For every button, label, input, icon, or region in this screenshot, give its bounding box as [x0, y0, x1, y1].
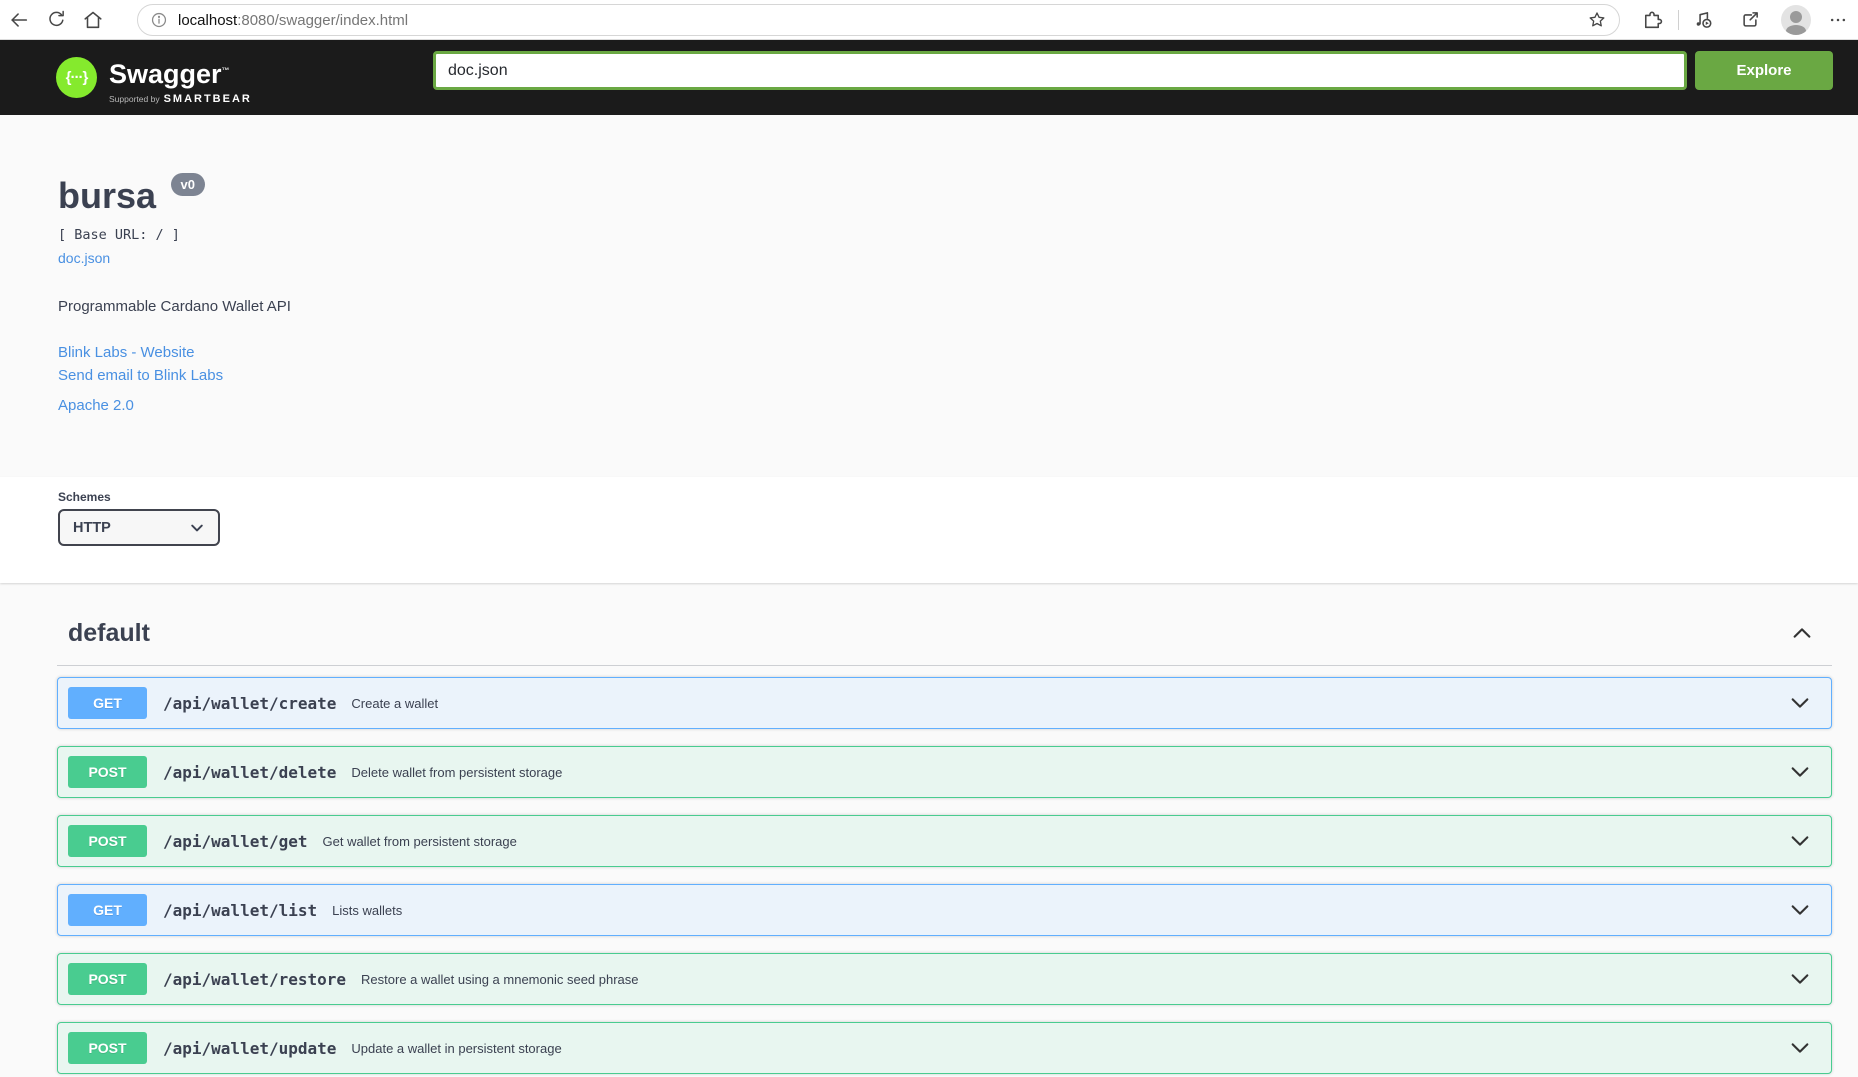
op-summary: Create a wallet: [351, 696, 438, 711]
schemes-select[interactable]: HTTP: [58, 509, 220, 546]
url-path: :8080/swagger/index.html: [237, 12, 408, 29]
op-summary: Lists wallets: [332, 903, 402, 918]
op-path: /api/wallet/create: [163, 694, 336, 713]
url-host: localhost: [178, 12, 237, 29]
method-badge: POST: [68, 963, 147, 995]
section-header-default[interactable]: default: [57, 613, 1832, 653]
spec-url-input[interactable]: [433, 51, 1687, 90]
op-summary: Restore a wallet using a mnemonic seed p…: [361, 972, 638, 987]
section-title: default: [68, 619, 150, 648]
op-summary: Get wallet from persistent storage: [323, 834, 517, 849]
address-bar[interactable]: localhost:8080/swagger/index.html: [137, 4, 1620, 36]
api-description: Programmable Cardano Wallet API: [58, 298, 1858, 315]
op-path: /api/wallet/list: [163, 901, 317, 920]
chevron-down-icon[interactable]: [1789, 1040, 1811, 1056]
swagger-logo-text: Swagger™: [109, 59, 230, 89]
section-divider: [57, 665, 1832, 666]
swagger-topbar: {···} Swagger™ Supported bySMARTBEAR Exp…: [0, 40, 1858, 115]
op-wallet-create-row[interactable]: GET /api/wallet/create Create a wallet: [57, 677, 1832, 729]
chevron-down-icon[interactable]: [1789, 833, 1811, 849]
toolbar-divider: [1678, 10, 1679, 30]
explore-button[interactable]: Explore: [1695, 51, 1833, 90]
swagger-logo-subtitle: Supported bySMARTBEAR: [109, 89, 252, 107]
license-link[interactable]: Apache 2.0: [58, 394, 134, 417]
method-badge: GET: [68, 687, 147, 719]
schemes-selected-value: HTTP: [73, 520, 111, 536]
home-icon[interactable]: [81, 8, 105, 32]
spec-link[interactable]: doc.json: [58, 250, 110, 266]
chevron-down-icon[interactable]: [1789, 695, 1811, 711]
op-wallet-update-row[interactable]: POST /api/wallet/update Update a wallet …: [57, 1022, 1832, 1074]
base-url: [ Base URL: / ]: [58, 227, 1858, 243]
op-wallet-get-row[interactable]: POST /api/wallet/get Get wallet from per…: [57, 815, 1832, 867]
schemes-label: Schemes: [58, 490, 1858, 504]
op-path: /api/wallet/update: [163, 1039, 336, 1058]
chevron-up-icon: [1791, 625, 1813, 641]
chevron-down-icon[interactable]: [1789, 764, 1811, 780]
op-path: /api/wallet/restore: [163, 970, 346, 989]
op-wallet-delete-row[interactable]: POST /api/wallet/delete Delete wallet fr…: [57, 746, 1832, 798]
url-text: localhost:8080/swagger/index.html: [178, 12, 1587, 29]
swagger-logo-icon: {···}: [56, 57, 97, 98]
op-wallet-list-row[interactable]: GET /api/wallet/list Lists wallets: [57, 884, 1832, 936]
browser-toolbar: localhost:8080/swagger/index.html: [0, 0, 1858, 40]
chevron-down-icon[interactable]: [1789, 971, 1811, 987]
media-controls-icon[interactable]: [1691, 8, 1715, 32]
method-badge: POST: [68, 1032, 147, 1064]
refresh-icon[interactable]: [44, 8, 68, 32]
chevron-down-icon[interactable]: [1789, 902, 1811, 918]
version-badge: v0: [171, 173, 205, 196]
extensions-icon[interactable]: [1640, 8, 1664, 32]
schemes-section: Schemes HTTP: [0, 477, 1858, 583]
op-path: /api/wallet/get: [163, 832, 308, 851]
api-info-section: bursa v0 [ Base URL: / ] doc.json Progra…: [0, 115, 1858, 477]
operations-section: default GET /api/wallet/create Create a …: [0, 583, 1858, 1074]
api-title: bursa: [58, 175, 156, 217]
chevron-down-icon: [189, 520, 205, 536]
website-link[interactable]: Blink Labs - Website: [58, 344, 194, 361]
collapse-section-button[interactable]: [1791, 625, 1813, 641]
op-path: /api/wallet/delete: [163, 763, 336, 782]
back-icon[interactable]: [7, 8, 31, 32]
share-icon[interactable]: [1738, 8, 1762, 32]
method-badge: GET: [68, 894, 147, 926]
method-badge: POST: [68, 756, 147, 788]
browser-menu-icon[interactable]: [1826, 8, 1850, 32]
method-badge: POST: [68, 825, 147, 857]
swagger-logo[interactable]: {···} Swagger™ Supported bySMARTBEAR: [56, 57, 252, 107]
op-summary: Delete wallet from persistent storage: [351, 765, 562, 780]
op-wallet-restore-row[interactable]: POST /api/wallet/restore Restore a walle…: [57, 953, 1832, 1005]
site-info-icon[interactable]: [150, 11, 168, 29]
email-link[interactable]: Send email to Blink Labs: [58, 367, 223, 384]
op-summary: Update a wallet in persistent storage: [351, 1041, 561, 1056]
favorite-star-icon[interactable]: [1587, 10, 1607, 30]
profile-avatar[interactable]: [1781, 5, 1811, 35]
